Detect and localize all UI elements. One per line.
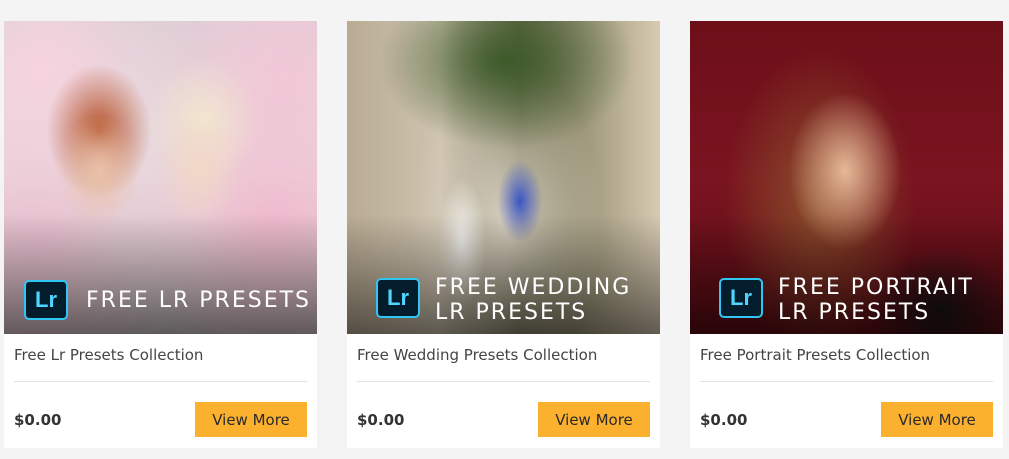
view-more-button[interactable]: View More xyxy=(538,402,650,437)
image-banner-text: FREE LR PRESETS xyxy=(86,288,311,313)
lightroom-logo-icon: Lr xyxy=(24,280,68,320)
banner-line-2: LR PRESETS xyxy=(435,300,588,325)
banner-line-1: FREE LR PRESETS xyxy=(86,288,311,313)
divider xyxy=(700,381,993,382)
product-card: Lr FREE WEDDING LR PRESETS Free Wedding … xyxy=(347,21,660,448)
divider xyxy=(357,381,650,382)
lightroom-logo-icon: Lr xyxy=(376,278,420,318)
product-title[interactable]: Free Lr Presets Collection xyxy=(14,346,203,364)
banner-line-1: FREE WEDDING xyxy=(435,275,632,300)
product-image[interactable]: Lr FREE LR PRESETS xyxy=(4,21,317,334)
banner-line-2: LR PRESETS xyxy=(778,300,931,325)
product-title[interactable]: Free Wedding Presets Collection xyxy=(357,346,597,364)
image-banner-text: FREE WEDDING LR PRESETS xyxy=(435,275,631,325)
lightroom-logo-icon: Lr xyxy=(719,278,763,318)
view-more-button[interactable]: View More xyxy=(195,402,307,437)
view-more-button[interactable]: View More xyxy=(881,402,993,437)
product-image[interactable]: Lr FREE PORTRAIT LR PRESETS xyxy=(690,21,1003,334)
product-card: Lr FREE PORTRAIT LR PRESETS Free Portrai… xyxy=(690,21,1003,448)
product-title[interactable]: Free Portrait Presets Collection xyxy=(700,346,930,364)
image-banner-text: FREE PORTRAIT LR PRESETS xyxy=(778,275,974,325)
product-image[interactable]: Lr FREE WEDDING LR PRESETS xyxy=(347,21,660,334)
product-price: $0.00 xyxy=(700,411,748,429)
product-price: $0.00 xyxy=(357,411,405,429)
banner-line-1: FREE PORTRAIT xyxy=(778,275,974,300)
divider xyxy=(14,381,307,382)
product-price: $0.00 xyxy=(14,411,62,429)
product-card: Lr FREE LR PRESETS Free Lr Presets Colle… xyxy=(4,21,317,448)
